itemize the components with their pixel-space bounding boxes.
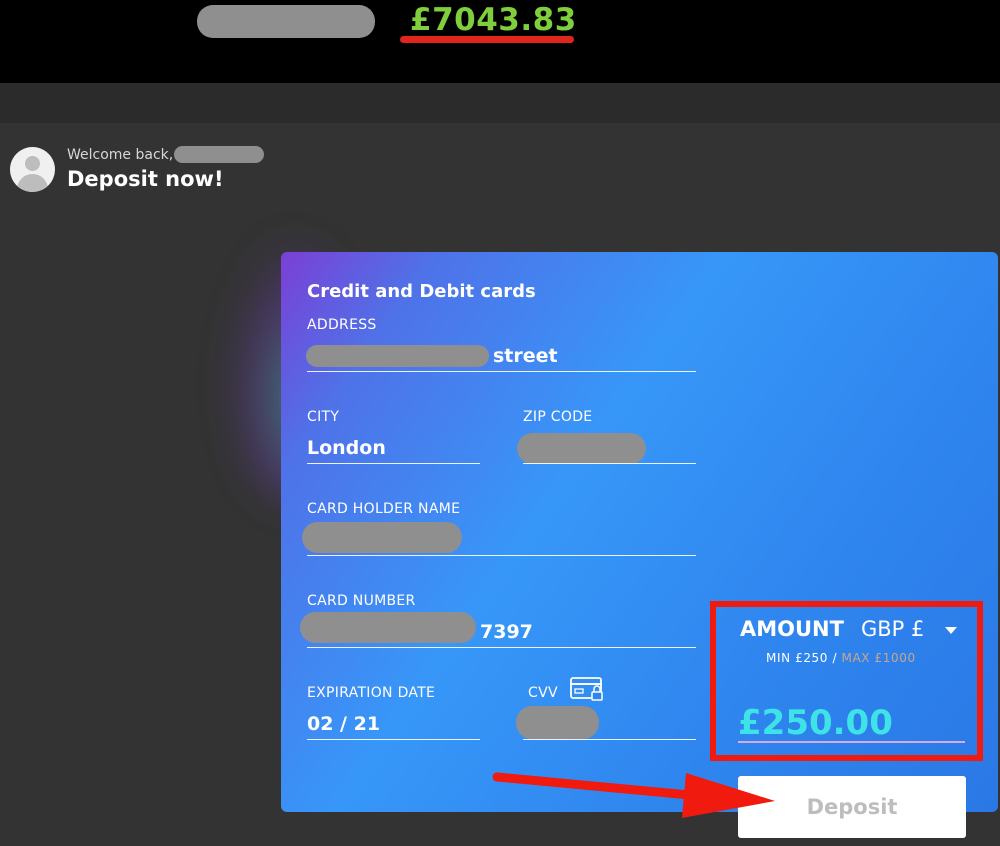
city-field[interactable]: London	[307, 437, 386, 459]
zip-field[interactable]	[517, 433, 646, 464]
redacted-card-number	[300, 612, 476, 643]
card-holder-label: CARD HOLDER NAME	[307, 501, 461, 517]
zip-label: ZIP CODE	[523, 409, 593, 425]
amount-label: AMOUNT	[740, 617, 844, 641]
amount-underline	[738, 741, 965, 743]
expiration-underline	[307, 739, 480, 740]
card-holder-underline	[307, 555, 696, 556]
card-number-field[interactable]: 7397	[480, 621, 533, 643]
avatar-body	[17, 174, 48, 192]
amount-limits: MIN £250 / MAX £1000	[766, 651, 916, 665]
deposit-button[interactable]: Deposit	[738, 776, 966, 838]
city-label: CITY	[307, 409, 340, 425]
zip-underline	[523, 463, 696, 464]
welcome-text: Welcome back,	[67, 147, 174, 163]
sub-bar	[0, 83, 1000, 123]
max-amount: MAX £1000	[841, 651, 916, 665]
redacted-username	[197, 5, 375, 38]
form-title: Credit and Debit cards	[307, 281, 536, 302]
city-underline	[307, 463, 480, 464]
redacted-address	[306, 345, 489, 367]
card-holder-field[interactable]	[302, 522, 462, 553]
address-field[interactable]: street	[493, 345, 558, 367]
avatar	[10, 147, 55, 192]
page-title: Deposit now!	[67, 167, 224, 191]
address-underline	[307, 371, 696, 372]
card-number-underline	[307, 647, 696, 648]
caret-down-icon[interactable]	[945, 627, 957, 634]
limits-separator: /	[828, 651, 842, 665]
cvv-label: CVV	[528, 685, 558, 701]
min-amount: MIN £250	[766, 651, 829, 665]
currency-select[interactable]: GBP £	[861, 617, 924, 641]
cvv-underline	[523, 739, 696, 740]
card-lock-icon	[570, 677, 603, 701]
balance-highlight-underline	[400, 36, 574, 43]
expiration-label: EXPIRATION DATE	[307, 685, 436, 701]
card-number-label: CARD NUMBER	[307, 593, 416, 609]
redacted-user-name	[174, 146, 264, 163]
expiration-field[interactable]: 02 / 21	[307, 713, 380, 735]
avatar-head	[25, 156, 40, 171]
address-label: ADDRESS	[307, 317, 377, 333]
cvv-field[interactable]	[516, 706, 599, 739]
amount-input[interactable]: £250.00	[738, 703, 893, 743]
balance-amount: £7043.83	[410, 2, 577, 38]
top-bar: £7043.83	[0, 0, 1000, 83]
